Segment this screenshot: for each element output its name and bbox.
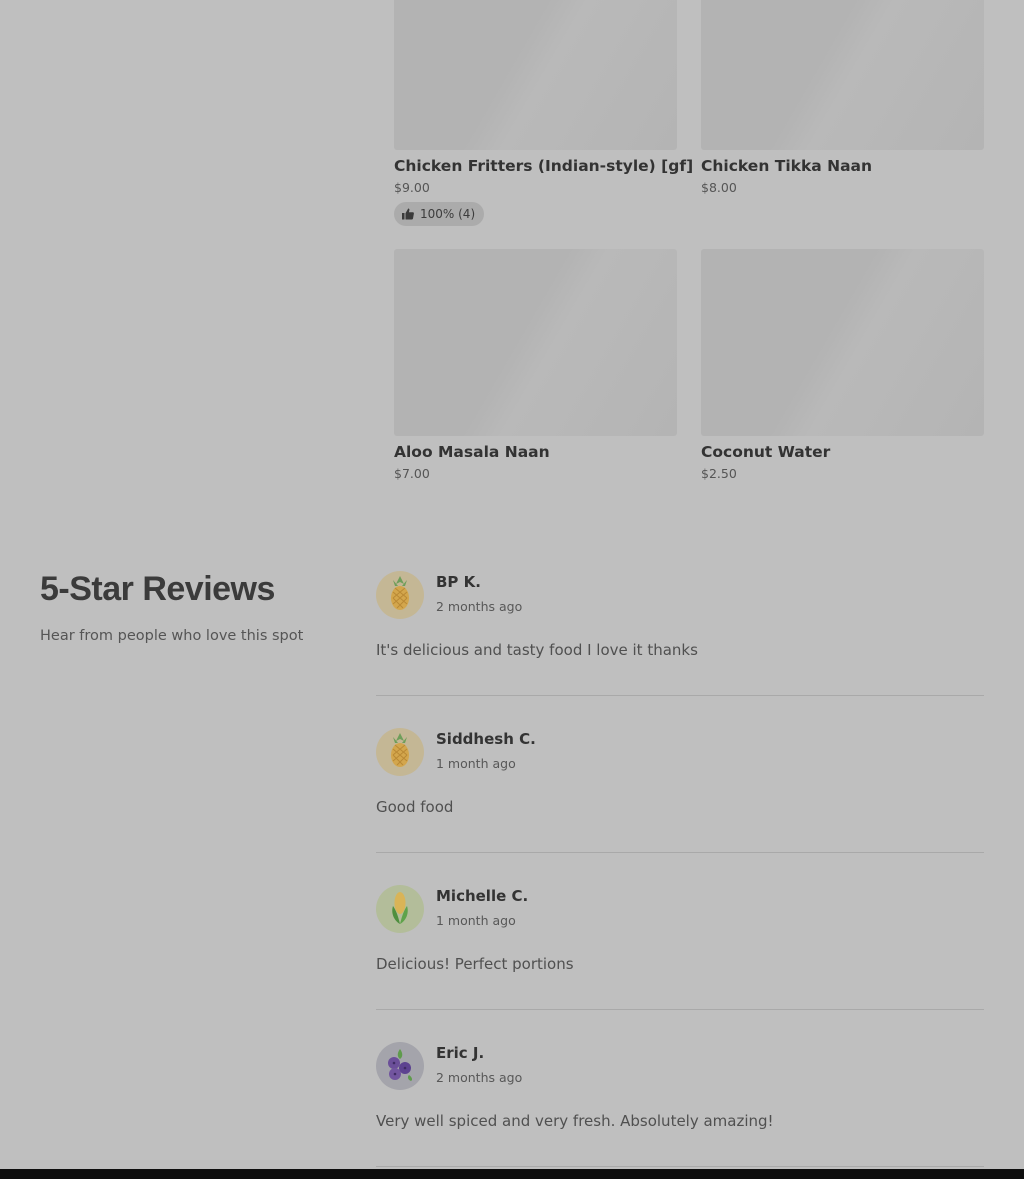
menu-item-name: Coconut Water	[701, 443, 831, 461]
avatar	[376, 885, 424, 933]
divider	[376, 1166, 984, 1167]
menu-item-name: Aloo Masala Naan	[394, 443, 550, 461]
menu-item-price: $8.00	[701, 180, 737, 195]
review-text: Good food	[376, 798, 454, 816]
menu-item-card[interactable]: Coconut Water $2.50	[701, 249, 984, 481]
divider	[376, 1009, 984, 1010]
menu-item-price: $7.00	[394, 466, 430, 481]
menu-item-image[interactable]	[394, 249, 677, 436]
menu-item-card[interactable]: Aloo Masala Naan $7.00	[394, 249, 677, 481]
pineapple-icon	[385, 731, 415, 773]
review-time: 2 months ago	[436, 1070, 523, 1085]
review-time: 1 month ago	[436, 913, 516, 928]
menu-item-image[interactable]	[701, 0, 984, 150]
review-text: Delicious! Perfect portions	[376, 955, 574, 973]
review-text: It's delicious and tasty food I love it …	[376, 641, 698, 659]
menu-item-name: Chicken Fritters (Indian-style) [gf]	[394, 157, 694, 175]
avatar	[376, 1042, 424, 1090]
review-author: Eric J.	[436, 1044, 485, 1062]
reviews-section-subtitle: Hear from people who love this spot	[40, 628, 304, 644]
review-author: Siddhesh C.	[436, 730, 536, 748]
menu-item-image[interactable]	[701, 249, 984, 436]
thumbs-up-icon	[402, 208, 414, 220]
blueberries-icon	[383, 1045, 417, 1087]
divider	[376, 695, 984, 696]
menu-item-price: $2.50	[701, 466, 737, 481]
review-time: 2 months ago	[436, 599, 523, 614]
menu-item-name: Chicken Tikka Naan	[701, 157, 873, 175]
review-author: Michelle C.	[436, 887, 529, 905]
rating-badge: 100% (4)	[394, 202, 485, 226]
corn-icon	[385, 888, 415, 930]
review-author: BP K.	[436, 573, 481, 591]
rating-text: 100% (4)	[420, 207, 476, 221]
bottom-bar	[0, 1169, 1024, 1179]
avatar	[376, 728, 424, 776]
menu-item-card[interactable]: Chicken Fritters (Indian-style) [gf] $9.…	[394, 0, 694, 226]
pineapple-icon	[385, 574, 415, 616]
avatar	[376, 571, 424, 619]
divider	[376, 852, 984, 853]
menu-item-price: $9.00	[394, 180, 430, 195]
review-time: 1 month ago	[436, 756, 516, 771]
menu-item-card[interactable]: Chicken Tikka Naan $8.00	[701, 0, 984, 195]
menu-item-image[interactable]	[394, 0, 677, 150]
reviews-section-title: 5-Star Reviews	[40, 570, 275, 608]
review-text: Very well spiced and very fresh. Absolut…	[376, 1112, 774, 1130]
